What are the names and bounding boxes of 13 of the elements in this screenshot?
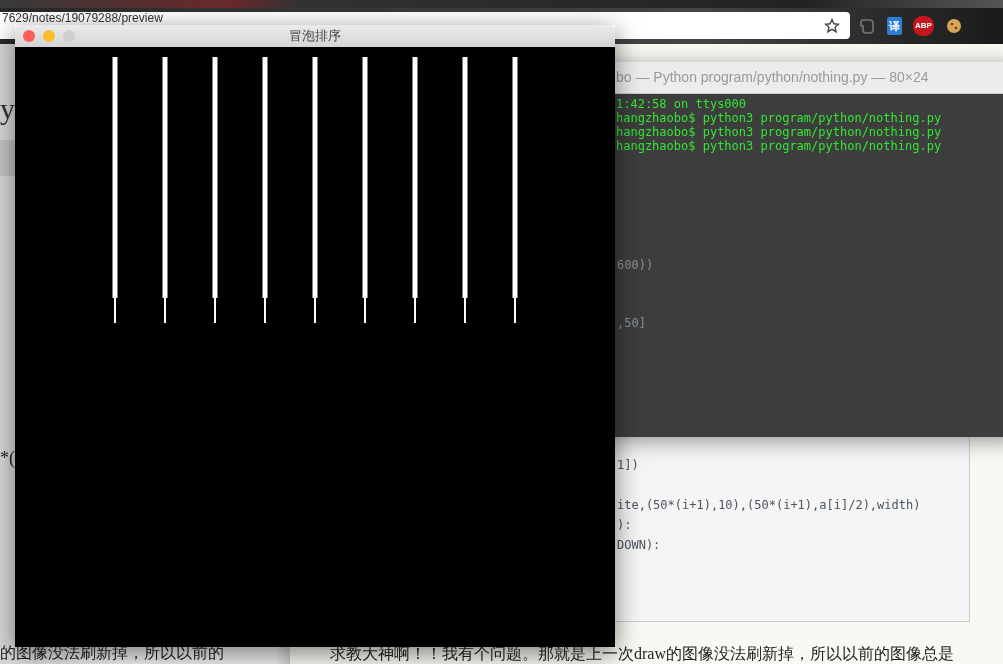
code-line: ): [617, 517, 633, 534]
window-title: 冒泡排序 [289, 27, 341, 45]
code-line: 1]) [617, 457, 640, 474]
terminal-line: hangzhaobo$ python3 program/python/nothing.py [616, 139, 943, 153]
code-line: ite,(50*(i+1),10),(50*(i+1),a[i]/2),width) [617, 497, 922, 514]
code-line: ,50] [617, 316, 646, 330]
terminal-line: 1:42:58 on ttys000 [616, 97, 748, 111]
page-heading: y [0, 92, 16, 127]
code-line: DOWN): [617, 537, 662, 554]
code-line: 600)) [617, 258, 654, 272]
terminal-line: hangzhaobo$ python3 program/python/nothing.py [616, 125, 943, 139]
code-fragment: *( [0, 448, 16, 469]
terminal-line: hangzhaobo$ python3 program/python/nothing.py [616, 111, 943, 125]
